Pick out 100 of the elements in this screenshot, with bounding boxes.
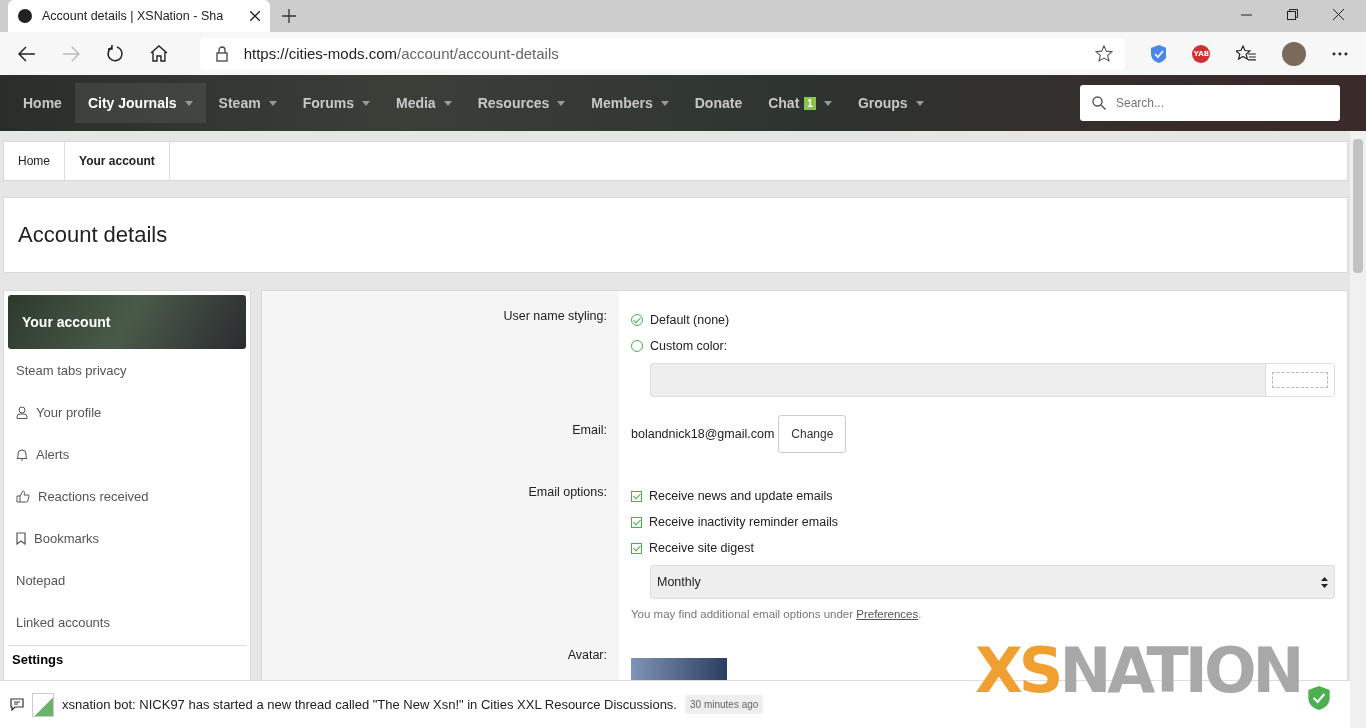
restore-icon[interactable]: [1287, 9, 1298, 20]
lock-icon: [215, 45, 228, 62]
search-field[interactable]: Search...: [1080, 85, 1340, 121]
caret-icon[interactable]: [443, 100, 452, 106]
color-input-field[interactable]: [650, 363, 1335, 397]
digest-select[interactable]: Monthly: [650, 565, 1335, 599]
page-title: Account details: [18, 222, 168, 248]
shield-check-icon[interactable]: [1150, 44, 1167, 63]
change-button[interactable]: Change: [778, 415, 847, 453]
field-label: Email:: [571, 422, 608, 439]
hint-text: You may find additional email options under Preferences.: [631, 608, 923, 620]
nav-label: Forums: [302, 95, 354, 111]
checkbox[interactable]: [631, 490, 642, 502]
caret-icon[interactable]: [268, 100, 277, 106]
option-label: Receive site digest: [649, 541, 754, 555]
breadcrumb-link[interactable]: Your account: [65, 142, 170, 180]
nav-label: Chat: [768, 95, 800, 111]
sidebar-item[interactable]: Your profile: [8, 391, 246, 433]
color-swatch[interactable]: [1265, 364, 1334, 396]
nav-tab[interactable]: Media: [383, 83, 465, 123]
site-favicon-icon: [18, 9, 32, 23]
nav-tab[interactable]: Donate: [681, 83, 756, 123]
nav-tab[interactable]: Resources: [464, 83, 579, 123]
nav-tab[interactable]: Steam: [205, 83, 290, 123]
thumbs-up-icon: [16, 489, 30, 503]
option-label: Default (none): [650, 313, 730, 327]
nav-label: Media: [396, 95, 436, 111]
scrollbar-thumb[interactable]: [1353, 139, 1363, 273]
nav-tab[interactable]: Groups: [844, 83, 937, 123]
sidebar-item[interactable]: Notepad: [8, 559, 246, 601]
nav-tab[interactable]: City Journals: [74, 83, 206, 123]
sidebar-label: Alerts: [36, 446, 70, 462]
nav-label: Steam: [218, 95, 261, 111]
sidebar-label: Reactions received: [38, 488, 149, 504]
nav-label: Resources: [477, 95, 550, 111]
radio-option[interactable]: Custom color:: [631, 333, 1335, 359]
back-icon[interactable]: [18, 45, 36, 62]
caret-icon[interactable]: [362, 100, 370, 106]
breadcrumb-link[interactable]: Home: [4, 142, 65, 180]
nav-label: Groups: [857, 95, 908, 111]
email-address: bolandnick18@gmail.com: [631, 427, 775, 441]
refresh-icon[interactable]: [105, 44, 124, 63]
nav-label: Home: [23, 95, 62, 111]
bookmark-icon: [16, 531, 26, 545]
count-badge: 1: [804, 96, 816, 110]
caret-icon[interactable]: [823, 100, 832, 106]
sidebar-label: Bookmarks: [34, 530, 100, 546]
sidebar-label: Notepad: [16, 572, 66, 588]
sidebar-item[interactable]: Bookmarks: [8, 517, 246, 559]
sidebar-label: Steam tabs privacy: [16, 362, 127, 378]
sidebar-item[interactable]: Steam tabs privacy: [8, 349, 246, 391]
nav-label: City Journals: [87, 95, 177, 111]
favorite-star-icon[interactable]: [1094, 44, 1113, 63]
checkbox-option[interactable]: Receive inactivity reminder emails: [631, 509, 1335, 535]
nav-tab[interactable]: Chat 1: [755, 83, 845, 123]
checkbox-option[interactable]: Receive site digest: [631, 535, 1335, 561]
section-heading: Settings: [8, 645, 246, 673]
sidebar-item[interactable]: Alerts: [8, 433, 246, 475]
chat-icon[interactable]: [10, 698, 24, 711]
nav-tab[interactable]: Home: [10, 83, 75, 123]
search-icon: [1092, 96, 1106, 110]
more-menu-icon[interactable]: [1332, 51, 1349, 56]
time-badge: 30 minutes ago: [685, 695, 764, 714]
caret-icon[interactable]: [915, 100, 924, 106]
checkbox[interactable]: [631, 516, 642, 528]
radio-option[interactable]: Default (none): [631, 307, 1335, 333]
field-label: Email options:: [527, 484, 608, 501]
site-logo: XSNATION: [975, 640, 1301, 702]
checkbox-option[interactable]: Receive news and update emails: [631, 483, 1335, 509]
notification-text: xsnation bot: NICK97 has started a new thread called "The New Xsn!" in Cities XXL Resource Discussions.: [62, 697, 677, 712]
caret-icon[interactable]: [660, 100, 669, 106]
option-label: Receive news and update emails: [649, 489, 833, 503]
new-tab-icon[interactable]: [282, 9, 296, 23]
checkbox[interactable]: [631, 542, 642, 554]
sidebar-label: Your profile: [36, 404, 102, 420]
profile-avatar[interactable]: [1282, 41, 1307, 66]
nav-tab[interactable]: Forums: [289, 83, 383, 123]
field-label: User name styling:: [502, 308, 608, 325]
close-tab-icon[interactable]: [250, 11, 260, 21]
favorites-list-icon[interactable]: [1236, 44, 1257, 63]
sidebar-item[interactable]: Reactions received: [8, 475, 246, 517]
home-icon[interactable]: [149, 45, 168, 62]
image-placeholder: [32, 692, 54, 717]
nav-label: Donate: [694, 95, 743, 111]
option-label: Custom color:: [650, 339, 728, 353]
nav-tab[interactable]: Members: [578, 83, 682, 123]
caret-icon[interactable]: [557, 100, 566, 106]
caret-icon[interactable]: [184, 100, 193, 106]
sidebar-header[interactable]: Your account: [8, 295, 246, 349]
close-icon[interactable]: [1333, 9, 1344, 20]
sort-arrows-icon: [1321, 576, 1328, 588]
bell-icon: [16, 447, 28, 461]
field-label: Avatar:: [566, 647, 608, 664]
shield-check-icon[interactable]: [1308, 686, 1330, 710]
browser-tab[interactable]: Account details | XSNation - Sha: [8, 0, 270, 32]
user-icon: [16, 405, 28, 419]
nav-label: Members: [591, 95, 653, 111]
address-bar[interactable]: https://cities-mods.com/account/account-details: [199, 37, 1125, 70]
sidebar-item[interactable]: Linked accounts: [8, 601, 246, 643]
option-label: Receive inactivity reminder emails: [649, 515, 838, 529]
